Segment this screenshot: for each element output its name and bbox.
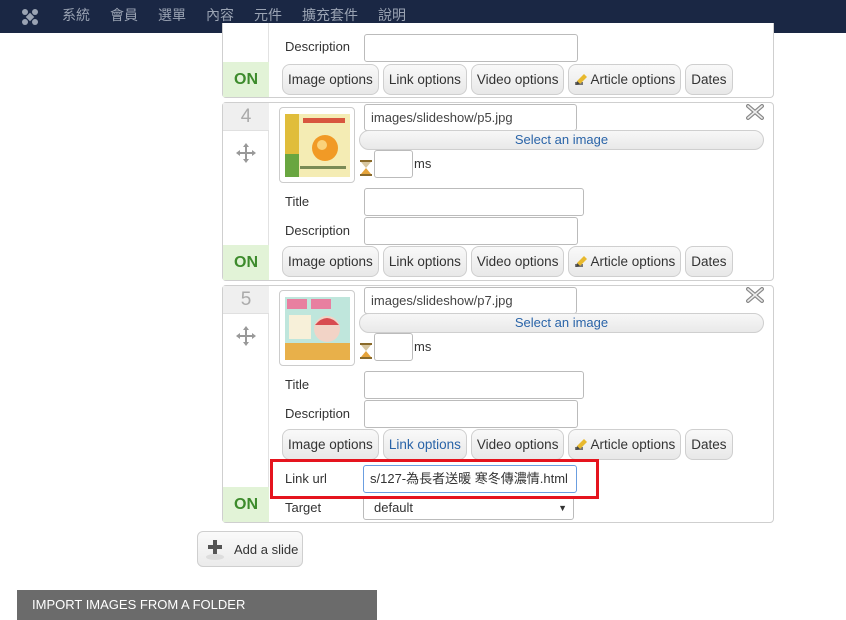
- slide-status-toggle[interactable]: ON: [223, 62, 269, 97]
- select-image-button[interactable]: Select an image: [359, 313, 764, 333]
- image-path-input[interactable]: images/slideshow/p7.jpg: [364, 287, 577, 314]
- pencil-icon: [575, 256, 588, 268]
- add-slide-button[interactable]: Add a slide: [197, 531, 303, 567]
- select-image-button[interactable]: Select an image: [359, 130, 764, 150]
- target-label: Target: [285, 500, 322, 515]
- image-options-button[interactable]: Image options: [282, 246, 379, 277]
- slide-left-column: 4 ON: [223, 103, 269, 280]
- target-select[interactable]: default ▼: [363, 496, 574, 520]
- add-slide-label: Add a slide: [234, 542, 299, 557]
- title-label: Title: [285, 194, 310, 209]
- dates-button[interactable]: Dates: [685, 64, 733, 95]
- menu-item-users[interactable]: 會員: [110, 0, 138, 33]
- plus-icon: [206, 540, 224, 560]
- slide-options-tabs: Image options Link options Video options…: [282, 64, 737, 96]
- import-images-panel-header[interactable]: IMPORT IMAGES FROM A FOLDER: [17, 590, 377, 620]
- article-options-button[interactable]: Article options: [568, 246, 682, 277]
- slide-status-toggle[interactable]: ON: [223, 487, 269, 522]
- link-options-button[interactable]: Link options: [382, 429, 467, 460]
- move-handle-icon[interactable]: [235, 142, 257, 164]
- article-options-label: Article options: [590, 437, 676, 452]
- description-input[interactable]: [364, 34, 578, 62]
- target-selected-value: default: [374, 500, 414, 515]
- dates-button[interactable]: Dates: [685, 246, 733, 277]
- article-options-button[interactable]: Article options: [568, 429, 682, 460]
- slide-thumbnail[interactable]: [279, 107, 355, 183]
- duration-input[interactable]: [374, 333, 413, 361]
- delete-slide-icon[interactable]: [746, 104, 764, 120]
- link-options-button[interactable]: Link options: [382, 64, 467, 95]
- move-handle-icon[interactable]: [235, 325, 257, 347]
- title-input[interactable]: [364, 188, 584, 216]
- dates-button[interactable]: Dates: [685, 429, 733, 460]
- hourglass-icon: [360, 160, 372, 176]
- description-input[interactable]: [364, 217, 578, 245]
- menu-item-menus[interactable]: 選單: [158, 0, 186, 33]
- title-input[interactable]: [364, 371, 584, 399]
- video-options-button[interactable]: Video options: [470, 429, 565, 460]
- description-label: Description: [285, 406, 351, 421]
- description-label: Description: [285, 39, 351, 54]
- article-options-label: Article options: [590, 72, 676, 87]
- slide-image-preview: [285, 297, 350, 360]
- image-options-button[interactable]: Image options: [282, 429, 379, 460]
- slide-number: 5: [223, 286, 269, 314]
- slide-number: 4: [223, 103, 269, 131]
- image-options-button[interactable]: Image options: [282, 64, 379, 95]
- pencil-icon: [575, 439, 588, 451]
- chevron-down-icon: ▼: [558, 503, 567, 513]
- article-options-label: Article options: [590, 254, 676, 269]
- menu-item-system[interactable]: 系統: [62, 0, 90, 33]
- link-options-button[interactable]: Link options: [382, 246, 467, 277]
- delete-slide-icon[interactable]: [746, 287, 764, 303]
- slide-thumbnail[interactable]: [279, 290, 355, 366]
- description-label: Description: [285, 223, 351, 238]
- hourglass-icon: [360, 343, 372, 359]
- slide-options-tabs: Image options Link options Video options…: [282, 246, 737, 278]
- pencil-icon: [575, 74, 588, 86]
- video-options-button[interactable]: Video options: [470, 64, 565, 95]
- description-input[interactable]: [364, 400, 578, 428]
- joomla-logo-icon[interactable]: [20, 7, 40, 27]
- slide-left-column: ON: [223, 23, 269, 97]
- image-path-input[interactable]: images/slideshow/p5.jpg: [364, 104, 577, 131]
- duration-unit-label: ms: [414, 156, 432, 171]
- title-label: Title: [285, 377, 310, 392]
- duration-unit-label: ms: [414, 339, 432, 354]
- slide-item-4: 4 ON images/slideshow/p5.jpg Select an i…: [222, 102, 774, 281]
- highlight-box: [270, 459, 599, 499]
- article-options-button[interactable]: Article options: [568, 64, 682, 95]
- slide-options-tabs: Image options Link options Video options…: [282, 429, 737, 461]
- slide-item-3: ON Description Image options Link option…: [222, 23, 774, 98]
- duration-input[interactable]: [374, 150, 413, 178]
- slide-left-column: 5 ON: [223, 286, 269, 522]
- slide-image-preview: [285, 114, 350, 177]
- slide-status-toggle[interactable]: ON: [223, 245, 269, 280]
- video-options-button[interactable]: Video options: [470, 246, 565, 277]
